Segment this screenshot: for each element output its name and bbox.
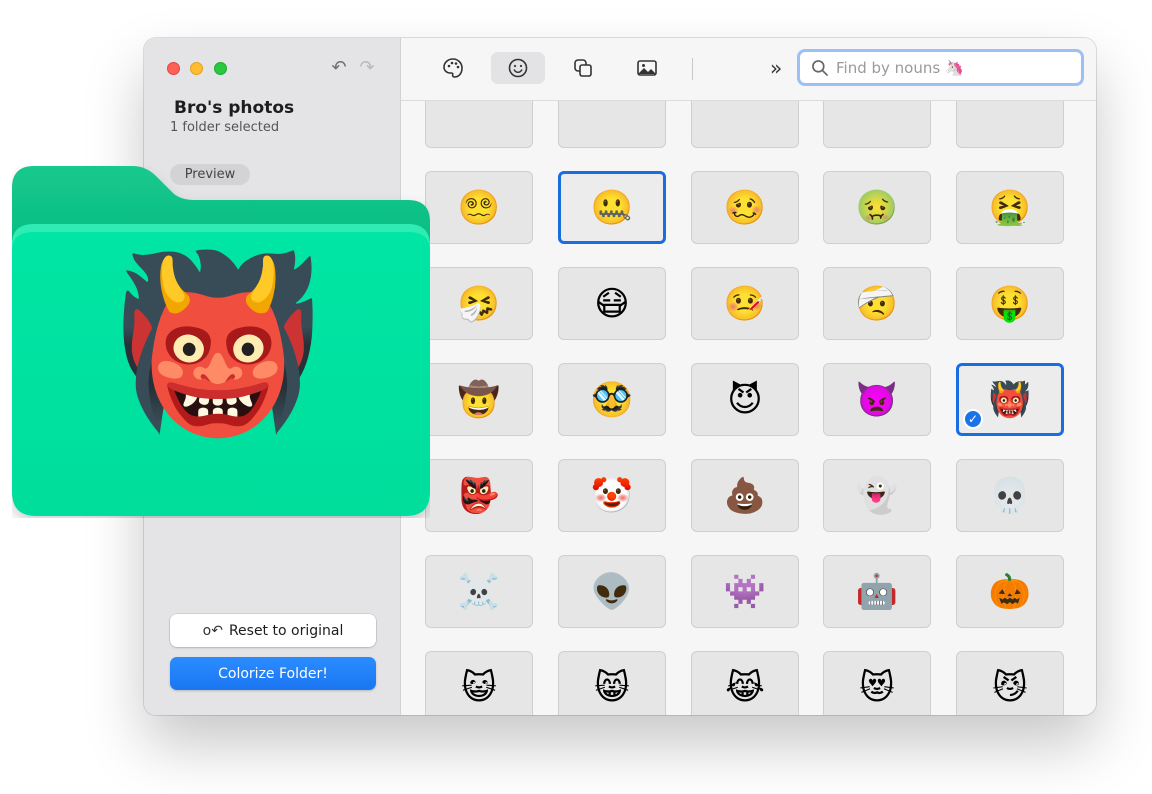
emoji-cell[interactable]: 👾 bbox=[691, 555, 799, 628]
emoji-cell[interactable]: 🥸 bbox=[558, 363, 666, 436]
image-icon bbox=[637, 60, 657, 76]
emoji-glyph: 👻 bbox=[855, 475, 899, 516]
emoji-glyph: 😼 bbox=[992, 667, 1028, 708]
emoji-glyph: 🤖 bbox=[855, 571, 899, 612]
emoji-cell[interactable]: 😷 bbox=[558, 267, 666, 340]
emoji-cell[interactable]: 😼 bbox=[956, 651, 1064, 715]
emoji-cell[interactable]: 👺 bbox=[425, 459, 533, 532]
colorize-button-label: Colorize Folder! bbox=[218, 665, 328, 682]
minimize-window-button[interactable] bbox=[190, 62, 203, 75]
emoji-cell-partial[interactable] bbox=[425, 101, 533, 148]
more-button[interactable]: » bbox=[770, 56, 782, 80]
emoji-glyph: 🤐 bbox=[590, 187, 634, 228]
reset-button[interactable]: o↶ Reset to original bbox=[170, 614, 376, 647]
emoji-cell[interactable]: 😵‍💫 bbox=[425, 171, 533, 244]
colorize-button[interactable]: Colorize Folder! bbox=[170, 657, 376, 690]
emoji-cell[interactable]: 🤠 bbox=[425, 363, 533, 436]
emoji-glyph: 😵‍💫 bbox=[457, 187, 501, 228]
emoji-cell-partial[interactable] bbox=[823, 101, 931, 148]
emoji-cell[interactable]: 😸 bbox=[558, 651, 666, 715]
emoji-glyph: 👿 bbox=[855, 379, 899, 420]
emoji-cell-partial[interactable] bbox=[956, 101, 1064, 148]
emoji-glyph: 🥸 bbox=[590, 379, 634, 420]
smiley-icon bbox=[508, 58, 528, 78]
emoji-glyph: 🤢 bbox=[855, 187, 899, 228]
emoji-glyph: ☠️ bbox=[457, 571, 501, 612]
emoji-glyph: 😈 bbox=[727, 379, 763, 420]
emoji-glyph: 👺 bbox=[457, 475, 501, 516]
tab-emoji[interactable] bbox=[491, 52, 545, 84]
emoji-cell[interactable]: 🤧 bbox=[425, 267, 533, 340]
emoji-cell[interactable]: 🤢 bbox=[823, 171, 931, 244]
emoji-cell[interactable]: 💩 bbox=[691, 459, 799, 532]
tab-shapes[interactable] bbox=[556, 52, 610, 84]
emoji-cell[interactable]: 🤮 bbox=[956, 171, 1064, 244]
emoji-glyph: 👾 bbox=[723, 571, 767, 612]
emoji-glyph: 😹 bbox=[725, 667, 765, 708]
reset-button-label: Reset to original bbox=[228, 622, 344, 639]
emoji-glyph: 🤧 bbox=[457, 283, 501, 324]
folder-icon: 👹 bbox=[12, 166, 430, 516]
reset-icon: o↶ bbox=[202, 622, 223, 639]
emoji-glyph: 🤮 bbox=[988, 187, 1032, 228]
emoji-cell[interactable]: 🤐 bbox=[558, 171, 666, 244]
zoom-window-button[interactable] bbox=[214, 62, 227, 75]
emoji-glyph: 🤕 bbox=[855, 283, 899, 324]
emoji-cell[interactable]: 🤖 bbox=[823, 555, 931, 628]
folder-preview: 👹 bbox=[12, 166, 430, 518]
emoji-cell[interactable]: 🤑 bbox=[956, 267, 1064, 340]
emoji-glyph: 🤒 bbox=[723, 283, 767, 324]
shapes-icon bbox=[574, 59, 592, 77]
emoji-glyph: 🎃 bbox=[988, 571, 1032, 612]
selection-count: 1 folder selected bbox=[170, 120, 280, 135]
emoji-cell[interactable]: 💀 bbox=[956, 459, 1064, 532]
emoji-cell-partial[interactable] bbox=[558, 101, 666, 148]
emoji-cell[interactable]: 😺 bbox=[425, 651, 533, 715]
palette-icon bbox=[443, 58, 463, 78]
redo-icon[interactable]: ↷ bbox=[356, 57, 378, 79]
emoji-cell[interactable]: 👻 bbox=[823, 459, 931, 532]
emoji-glyph: 🤡 bbox=[590, 475, 634, 516]
emoji-cell[interactable]: 😻 bbox=[823, 651, 931, 715]
toolbar-divider bbox=[692, 58, 693, 80]
undo-icon[interactable]: ↶ bbox=[328, 57, 350, 79]
tab-palette[interactable] bbox=[426, 52, 480, 84]
emoji-cell[interactable]: 🤒 bbox=[691, 267, 799, 340]
search-icon bbox=[812, 59, 828, 76]
emoji-cell[interactable]: 😈 bbox=[691, 363, 799, 436]
emoji-glyph: 😸 bbox=[594, 667, 630, 708]
emoji-grid: 😵‍💫 🤐 🥴 🤢 🤮 🤧 😷 🤒 🤕 🤑 🤠 🥸 😈 👿 👹 ✓ 👺 🤡 💩 👻 💀 ☠️ 👽 👾 🤖 🎃 😺 😸 😹 😻 😼 bbox=[401, 101, 1096, 715]
emoji-cell[interactable]: 👽 bbox=[558, 555, 666, 628]
close-window-button[interactable] bbox=[167, 62, 180, 75]
emoji-glyph: 👹 bbox=[988, 379, 1032, 420]
emoji-cell[interactable]: ☠️ bbox=[425, 555, 533, 628]
emoji-glyph: 🤑 bbox=[988, 283, 1032, 324]
emoji-glyph: 👽 bbox=[590, 571, 634, 612]
search-input[interactable] bbox=[836, 58, 1066, 77]
emoji-glyph: 🥴 bbox=[723, 187, 767, 228]
emoji-cell[interactable]: 😹 bbox=[691, 651, 799, 715]
emoji-cell[interactable]: 🥴 bbox=[691, 171, 799, 244]
folder-title: Bro's photos bbox=[174, 98, 295, 118]
emoji-glyph: 😺 bbox=[461, 667, 497, 708]
emoji-cell[interactable]: 👿 bbox=[823, 363, 931, 436]
checkmark-icon: ✓ bbox=[963, 409, 983, 429]
tab-image[interactable] bbox=[620, 52, 674, 84]
emoji-glyph: 🤠 bbox=[457, 379, 501, 420]
emoji-cell-partial[interactable] bbox=[691, 101, 799, 148]
emoji-cell[interactable]: 🤡 bbox=[558, 459, 666, 532]
emoji-glyph: 💩 bbox=[723, 475, 767, 516]
emoji-glyph: 😷 bbox=[594, 283, 630, 324]
emoji-glyph: 💀 bbox=[988, 475, 1032, 516]
toolbar: » bbox=[401, 38, 1096, 101]
emoji-cell[interactable]: 🎃 bbox=[956, 555, 1064, 628]
emoji-cell[interactable]: 👹 ✓ bbox=[956, 363, 1064, 436]
emoji-cell[interactable]: 🤕 bbox=[823, 267, 931, 340]
folder-emoji: 👹 bbox=[112, 242, 324, 443]
search-field[interactable] bbox=[797, 49, 1084, 86]
emoji-glyph: 😻 bbox=[859, 667, 895, 708]
